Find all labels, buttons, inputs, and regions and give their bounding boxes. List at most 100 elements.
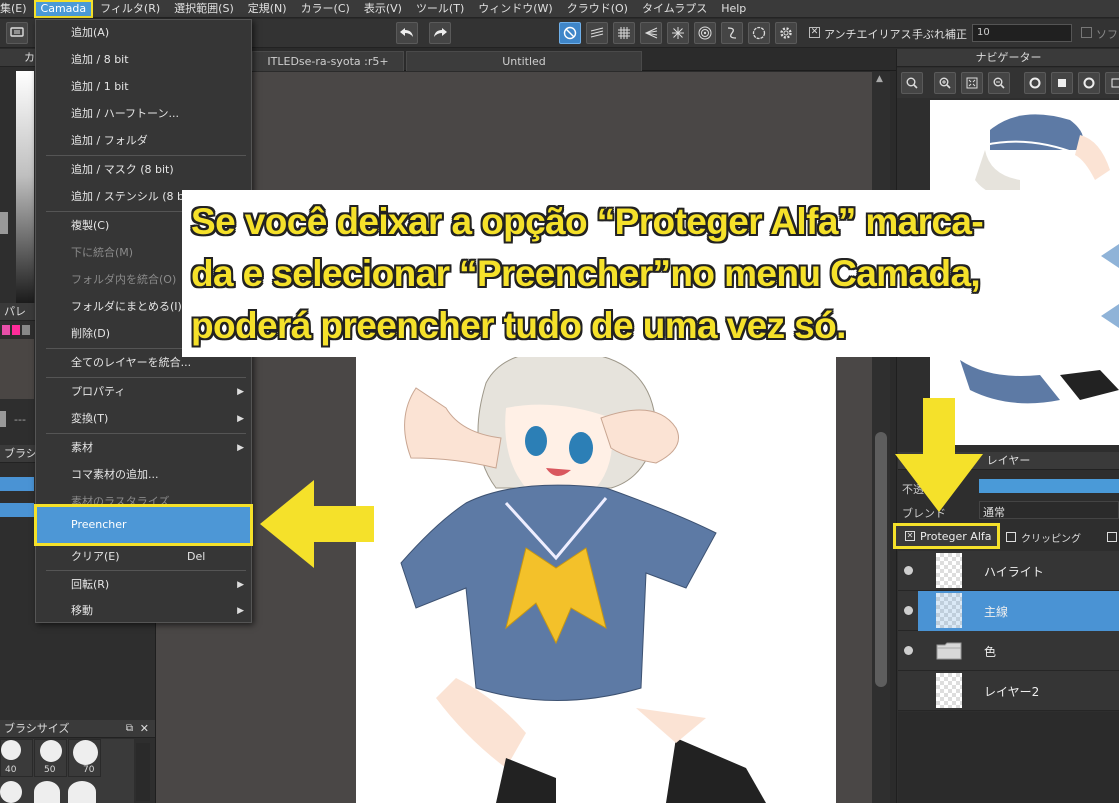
palette-area [0, 339, 34, 399]
submenu-arrow-icon: ▶ [237, 443, 244, 453]
menu-item-add-8bit[interactable]: 追加 / 8 bit [36, 47, 251, 73]
brush-item-selected[interactable] [0, 477, 34, 491]
menu-item-material[interactable]: 素材 ▶ [36, 435, 251, 461]
visibility-icon[interactable] [904, 646, 913, 655]
snap-grid-icon[interactable] [613, 22, 635, 44]
brush-size-scrollbar[interactable] [136, 743, 150, 801]
menu-item-fill[interactable]: Preencher [34, 504, 253, 546]
menu-item-add-halftone[interactable]: 追加 / ハーフトーン... [36, 101, 251, 127]
color-slider-handle[interactable] [0, 212, 8, 234]
gear-icon[interactable] [775, 22, 797, 44]
document-tabs: ITLEDse-ra-syota :r5+ Untitled [156, 49, 896, 71]
menu-item-add-folder[interactable]: 追加 / フォルダ [36, 128, 251, 154]
palette-swatch-gray[interactable] [22, 325, 30, 335]
menu-filter[interactable]: フィルタ(R) [93, 0, 167, 18]
brush-item[interactable] [0, 503, 34, 517]
menu-item-convert[interactable]: 変換(T) ▶ [36, 406, 251, 432]
redo-icon[interactable] [429, 22, 451, 44]
submenu-arrow-icon: ▶ [237, 606, 244, 616]
menu-separator [46, 377, 246, 378]
layer-thumbnail [936, 593, 962, 628]
menu-edit[interactable]: 集(E) [0, 0, 34, 18]
submenu-arrow-icon: ▶ [237, 580, 244, 590]
menu-color[interactable]: カラー(C) [294, 0, 357, 18]
palette-swatch-pink[interactable] [2, 325, 10, 335]
brush-size-cell[interactable]: 70 [68, 739, 101, 777]
tab-document-1[interactable]: ITLEDse-ra-syota :r5+ [252, 51, 404, 71]
menu-select[interactable]: 選択範囲(S) [167, 0, 241, 18]
layer-name: 色 [984, 645, 997, 659]
brush-size-cell[interactable]: 40 [0, 739, 33, 777]
stabilizer-select[interactable]: 10 [972, 24, 1072, 42]
snap-radial-icon[interactable] [667, 22, 689, 44]
close-icon[interactable]: ✕ [140, 720, 149, 737]
menu-view[interactable]: 表示(V) [357, 0, 409, 18]
callout-line-2: da e selecionar “Preencher”no menu Camad… [191, 253, 981, 294]
menu-item-add-mask[interactable]: 追加 / マスク (8 bit) [36, 157, 251, 183]
blend-select[interactable]: 通常 [979, 501, 1119, 519]
zoom-icon[interactable] [901, 72, 923, 94]
protect-alpha-toggle[interactable]: ✕ Proteger Alfa [893, 523, 1000, 549]
zoom-out-icon[interactable] [988, 72, 1010, 94]
layer-row[interactable]: レイヤー2 [898, 671, 1119, 711]
menu-item-add[interactable]: 追加(A) [36, 20, 251, 46]
layer-name: 主線 [984, 605, 1009, 619]
soft-checkbox[interactable] [1081, 27, 1092, 38]
antialias-checkbox[interactable]: ✕ [809, 27, 820, 38]
layer-row-selected[interactable]: 主線 [898, 591, 1119, 631]
scroll-up-icon[interactable]: ▲ [876, 74, 883, 84]
canvas-vertical-scrollbar[interactable]: ▲ [872, 72, 890, 803]
snap-ellipse-icon[interactable] [748, 22, 770, 44]
layer-row[interactable]: 色 [898, 631, 1119, 671]
clipping-checkbox[interactable] [1006, 532, 1016, 542]
layer-name: レイヤー2 [984, 685, 1040, 699]
rotate-left-icon[interactable] [1024, 72, 1046, 94]
submenu-arrow-icon: ▶ [237, 387, 244, 397]
comment-icon[interactable] [6, 22, 28, 44]
zoom-in-icon[interactable] [934, 72, 956, 94]
snap-concentric-icon[interactable] [694, 22, 716, 44]
visibility-icon[interactable] [904, 566, 913, 575]
popout-icon[interactable]: ⧉ [126, 720, 133, 737]
snap-off-icon[interactable] [559, 22, 581, 44]
menu-ruler[interactable]: 定規(N) [241, 0, 294, 18]
rotate-right-icon[interactable] [1078, 72, 1100, 94]
callout-text: Se você deixar a opção “Proteger Alfa” m… [191, 196, 984, 352]
menu-timelapse[interactable]: タイムラプス [635, 0, 714, 18]
snap-parallel-icon[interactable] [586, 22, 608, 44]
menu-item-properties[interactable]: プロパティ ▶ [36, 379, 251, 405]
menu-window[interactable]: ウィンドウ(W) [471, 0, 559, 18]
snap-curve-icon[interactable] [721, 22, 743, 44]
brush-size-cell[interactable]: 50 [34, 739, 67, 777]
palette-swatch-magenta[interactable] [12, 325, 20, 335]
menu-item-add-1bit[interactable]: 追加 / 1 bit [36, 74, 251, 100]
layer-row[interactable]: ハイライト [898, 551, 1119, 591]
menu-item-move[interactable]: 移動 ▶ [36, 598, 251, 624]
layer-thumbnail [936, 553, 962, 588]
lock-checkbox[interactable] [1107, 532, 1117, 542]
menu-cloud[interactable]: クラウド(O) [560, 0, 635, 18]
menu-item-rotate[interactable]: 回転(R) ▶ [36, 572, 251, 598]
panel-scroll-handle[interactable] [0, 411, 6, 427]
layer-name: ハイライト [984, 565, 1044, 579]
protect-alpha-checkbox[interactable]: ✕ [905, 531, 915, 541]
flip-icon[interactable] [1105, 72, 1119, 94]
menu-item-clear[interactable]: クリア(E) Del [36, 544, 251, 570]
menu-separator [46, 570, 246, 571]
opacity-slider[interactable] [979, 479, 1119, 493]
menu-tools[interactable]: ツール(T) [409, 0, 471, 18]
scrollbar-thumb[interactable] [875, 432, 887, 687]
snap-perspective-icon[interactable] [640, 22, 662, 44]
menu-help[interactable]: Help [714, 0, 753, 18]
callout-line-1: Se você deixar a opção “Proteger Alfa” m… [191, 201, 984, 242]
character-illustration [400, 350, 766, 803]
fit-window-icon[interactable] [961, 72, 983, 94]
visibility-icon[interactable] [904, 606, 913, 615]
menu-item-add-panel-material[interactable]: コマ素材の追加... [36, 462, 251, 488]
menu-separator [46, 433, 246, 434]
tab-untitled[interactable]: Untitled [406, 51, 642, 71]
reset-view-icon[interactable] [1051, 72, 1073, 94]
brightness-slider[interactable] [16, 71, 34, 304]
menu-layer[interactable]: Camada [33, 0, 94, 18]
undo-icon[interactable] [396, 22, 418, 44]
